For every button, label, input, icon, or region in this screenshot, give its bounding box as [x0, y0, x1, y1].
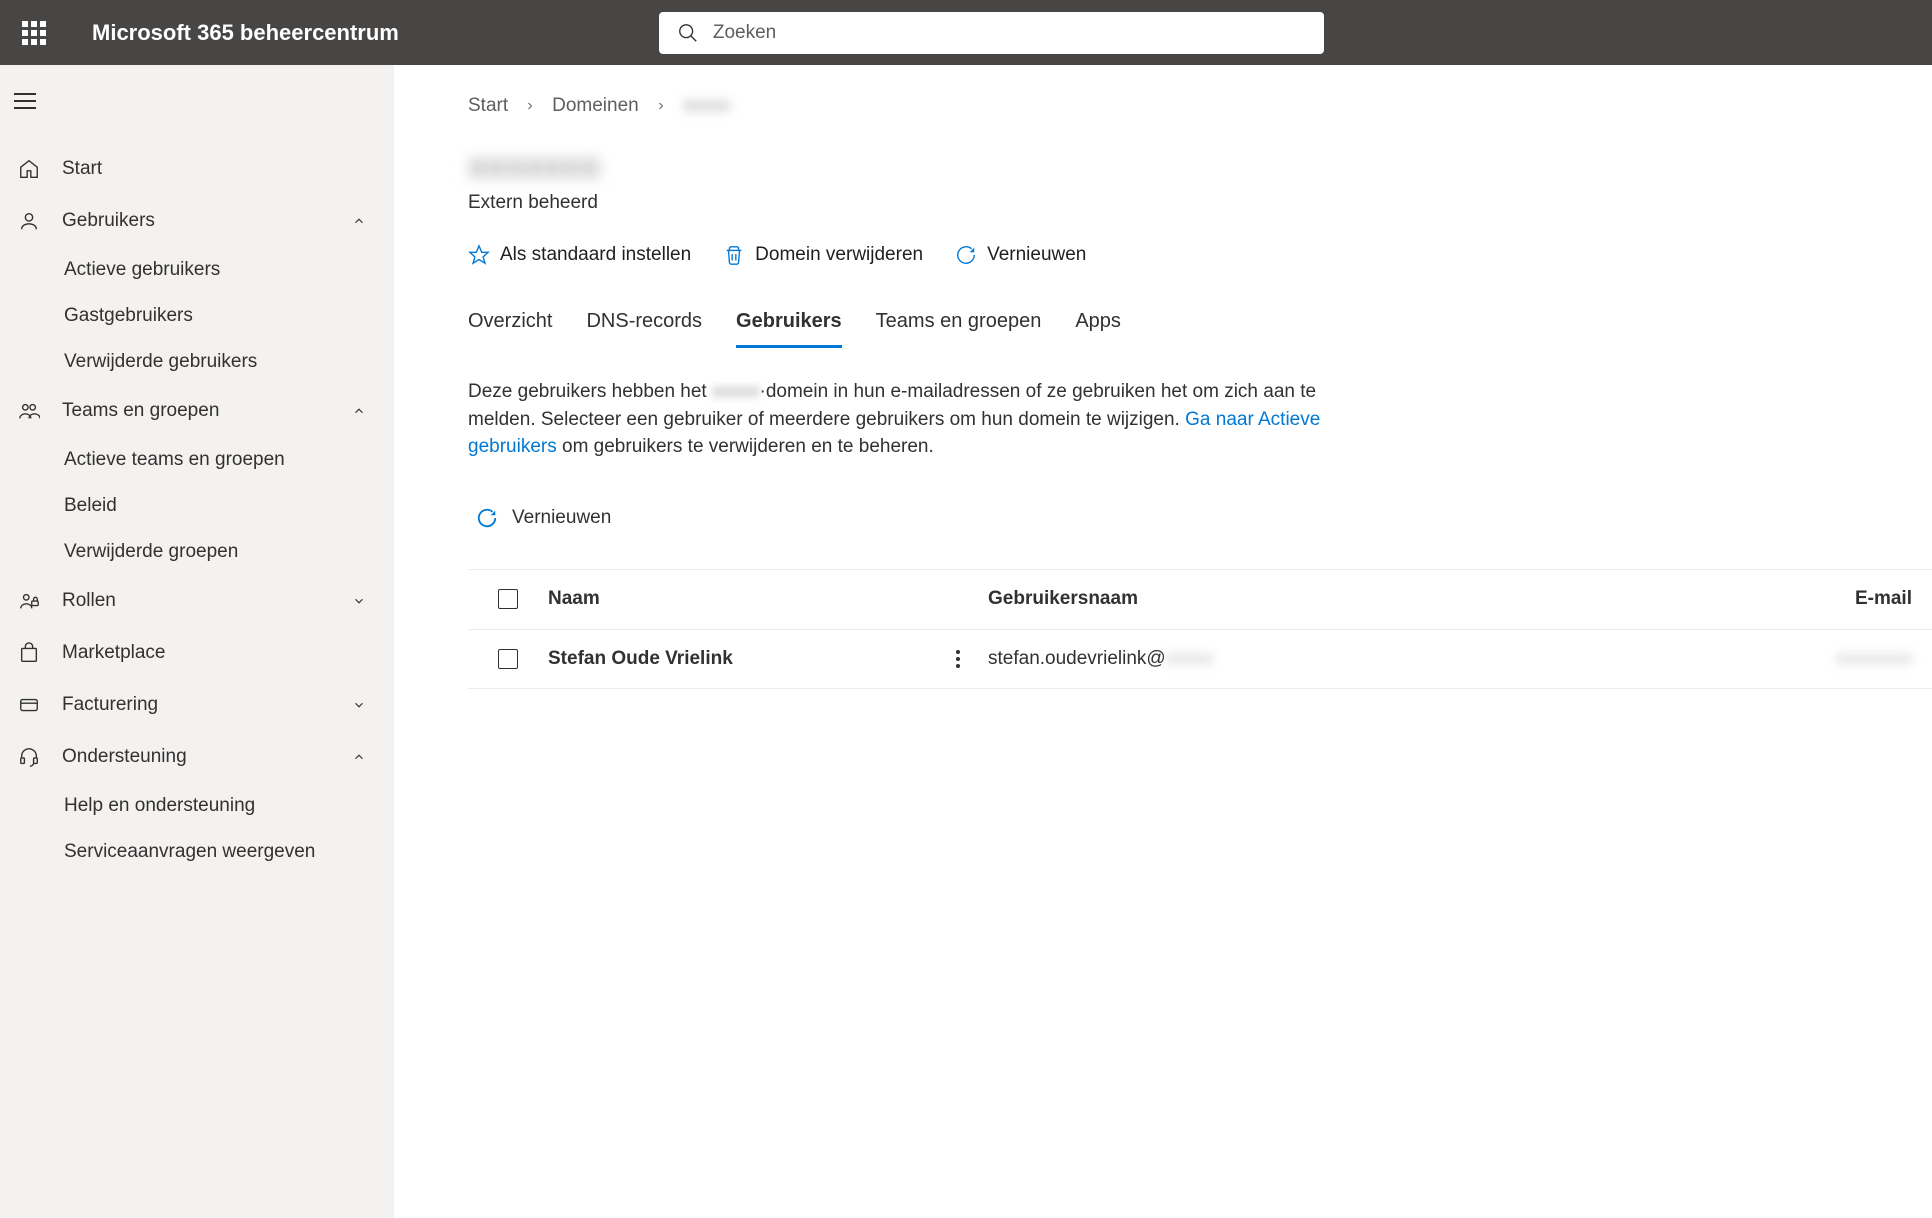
sidebar-sub-active-users[interactable]: Actieve gebruikers	[0, 247, 394, 293]
select-all-checkbox[interactable]	[498, 589, 518, 609]
refresh-icon	[476, 507, 498, 529]
breadcrumb-current: xxxxx	[683, 95, 731, 117]
refresh-button[interactable]: Vernieuwen	[955, 244, 1086, 266]
breadcrumb-start[interactable]: Start	[468, 95, 508, 117]
table-refresh-button[interactable]: Vernieuwen	[476, 507, 1932, 529]
sidebar-item-teams-groups[interactable]: Teams en groepen	[0, 385, 394, 437]
set-default-button[interactable]: Als standaard instellen	[468, 244, 691, 266]
refresh-icon	[955, 244, 977, 266]
sidebar-sub-active-teams[interactable]: Actieve teams en groepen	[0, 437, 394, 483]
sidebar: Start Gebruikers Actieve gebruikers Gast…	[0, 65, 394, 1218]
users-table: Naam Gebruikersnaam E-mail Stefan Oude V…	[468, 569, 1932, 689]
info-text: Deze gebruikers hebben het xxxxx·domein …	[468, 378, 1348, 461]
tab-users[interactable]: Gebruikers	[736, 310, 842, 348]
sidebar-item-billing[interactable]: Facturering	[0, 679, 394, 731]
card-icon	[18, 694, 40, 716]
search-icon	[677, 22, 699, 44]
sidebar-item-label: Marketplace	[62, 642, 166, 664]
page-title: xxxxxxx	[468, 147, 1932, 186]
chevron-up-icon	[352, 214, 366, 228]
tab-teams-groups[interactable]: Teams en groepen	[876, 310, 1042, 348]
sidebar-item-roles[interactable]: Rollen	[0, 575, 394, 627]
column-header-username[interactable]: Gebruikersnaam	[988, 588, 1368, 610]
sidebar-item-users[interactable]: Gebruikers	[0, 195, 394, 247]
trash-icon	[723, 244, 745, 266]
teams-icon	[18, 400, 40, 422]
action-label: Domein verwijderen	[755, 244, 923, 266]
column-header-email[interactable]: E-mail	[1368, 588, 1932, 610]
app-title: Microsoft 365 beheercentrum	[92, 20, 399, 46]
star-icon	[468, 244, 490, 266]
more-actions-icon[interactable]	[956, 650, 960, 668]
chevron-down-icon	[352, 698, 366, 712]
sidebar-item-marketplace[interactable]: Marketplace	[0, 627, 394, 679]
app-launcher-icon[interactable]	[16, 15, 52, 51]
sidebar-item-label: Rollen	[62, 590, 116, 612]
cell-email: xxxxxxxx	[1368, 648, 1932, 670]
sidebar-sub-policy[interactable]: Beleid	[0, 483, 394, 529]
sidebar-item-label: Facturering	[62, 694, 158, 716]
sidebar-item-label: Gebruikers	[62, 210, 155, 232]
tab-overview[interactable]: Overzicht	[468, 310, 552, 348]
refresh-label: Vernieuwen	[512, 507, 611, 529]
main-content: Start Domeinen xxxxx xxxxxxx Extern behe…	[394, 65, 1932, 1218]
user-icon	[18, 210, 40, 232]
action-bar: Als standaard instellen Domein verwijder…	[468, 244, 1932, 266]
table-header: Naam Gebruikersnaam E-mail	[468, 569, 1932, 629]
breadcrumb: Start Domeinen xxxxx	[468, 95, 1932, 117]
cell-name[interactable]: Stefan Oude Vrielink	[548, 648, 928, 670]
table-row[interactable]: Stefan Oude Vrielink stefan.oudevrielink…	[468, 629, 1932, 689]
action-label: Als standaard instellen	[500, 244, 691, 266]
action-label: Vernieuwen	[987, 244, 1086, 266]
page-subtitle: Extern beheerd	[468, 192, 1932, 214]
sidebar-sub-service-requests[interactable]: Serviceaanvragen weergeven	[0, 829, 394, 875]
chevron-right-icon	[655, 100, 667, 112]
search-input[interactable]	[713, 22, 1306, 44]
column-header-name[interactable]: Naam	[548, 588, 928, 610]
chevron-right-icon	[524, 100, 536, 112]
roles-icon	[18, 590, 40, 612]
breadcrumb-domains[interactable]: Domeinen	[552, 95, 639, 117]
tabs: Overzicht DNS-records Gebruikers Teams e…	[468, 310, 1932, 348]
chevron-down-icon	[352, 594, 366, 608]
sidebar-item-start[interactable]: Start	[0, 143, 394, 195]
sidebar-item-label: Ondersteuning	[62, 746, 187, 768]
row-checkbox[interactable]	[498, 649, 518, 669]
headset-icon	[18, 746, 40, 768]
home-icon	[18, 158, 40, 180]
sidebar-item-label: Teams en groepen	[62, 400, 219, 422]
sidebar-sub-deleted-users[interactable]: Verwijderde gebruikers	[0, 339, 394, 385]
search-box[interactable]	[659, 12, 1324, 54]
menu-toggle-icon[interactable]	[14, 77, 62, 125]
tab-apps[interactable]: Apps	[1075, 310, 1121, 348]
cell-username: stefan.oudevrielink@xxxxx	[988, 648, 1368, 670]
sidebar-item-support[interactable]: Ondersteuning	[0, 731, 394, 783]
bag-icon	[18, 642, 40, 664]
delete-domain-button[interactable]: Domein verwijderen	[723, 244, 923, 266]
sidebar-sub-guest-users[interactable]: Gastgebruikers	[0, 293, 394, 339]
sidebar-sub-deleted-groups[interactable]: Verwijderde groepen	[0, 529, 394, 575]
sidebar-sub-help-support[interactable]: Help en ondersteuning	[0, 783, 394, 829]
sidebar-item-label: Start	[62, 158, 102, 180]
chevron-up-icon	[352, 750, 366, 764]
chevron-up-icon	[352, 404, 366, 418]
tab-dns-records[interactable]: DNS-records	[586, 310, 702, 348]
